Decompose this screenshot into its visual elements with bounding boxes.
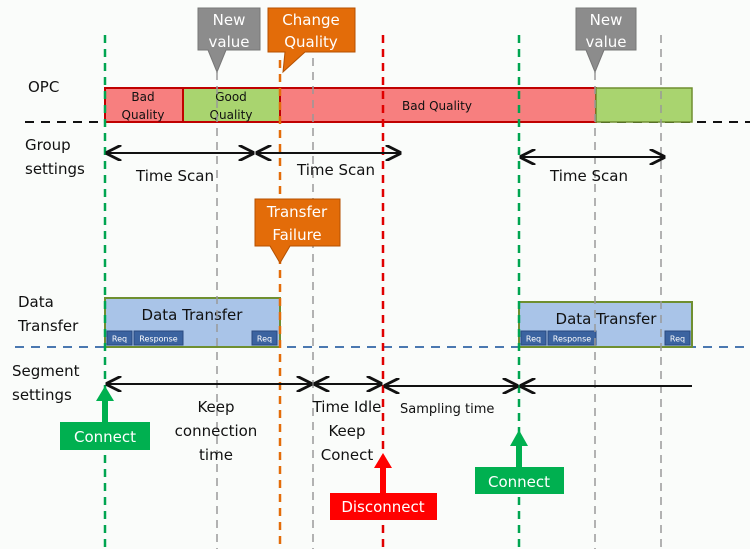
data-transfer-title: Data Transfer: [556, 310, 658, 328]
keep-connection-label: time: [199, 446, 233, 464]
connect-label: Connect: [488, 473, 550, 491]
sampling-time-label: Sampling time: [400, 402, 494, 417]
req-chip: Req: [670, 335, 685, 344]
segment-arrows: [107, 384, 692, 386]
disconnect-label: Disconnect: [341, 498, 424, 516]
callout-new-value-1: New value: [197, 7, 261, 74]
row-label-segment: Segment: [12, 362, 80, 380]
callout-transfer-failure: Transfer Failure: [254, 198, 341, 264]
time-idle-label: Time Idle: [312, 398, 382, 416]
svg-text:Failure: Failure: [272, 226, 321, 244]
keep-connection-label: Keep: [197, 398, 234, 416]
keep-connection-label: connection: [175, 422, 258, 440]
row-label-group: Group: [25, 136, 71, 154]
connect-label: Connect: [74, 428, 136, 446]
svg-text:Change: Change: [282, 11, 339, 29]
svg-text:New: New: [213, 11, 246, 29]
opc-state-label: Quality: [210, 108, 253, 122]
opc-state-label: Bad: [131, 90, 154, 104]
response-chip: Response: [139, 335, 178, 344]
row-label-data-transfer: Data: [18, 293, 54, 311]
time-idle-label: Conect: [321, 446, 374, 464]
row-label-opc: OPC: [28, 78, 59, 96]
time-scan-label: Time Scan: [135, 167, 214, 185]
response-chip: Response: [553, 335, 592, 344]
connect-event-1: Connect: [60, 386, 150, 450]
opc-state-label: Good: [215, 90, 247, 104]
opc-state-good-2: [595, 87, 693, 123]
group-arrows: [107, 153, 664, 157]
opc-bar: Bad Quality Good Quality Bad Quality: [104, 87, 693, 123]
svg-text:value: value: [586, 33, 627, 51]
opc-state-label: Bad Quality: [402, 99, 472, 113]
opc-state-label: Quality: [122, 108, 165, 122]
time-scan-label: Time Scan: [549, 167, 628, 185]
time-scan-label: Time Scan: [296, 161, 375, 179]
req-chip: Req: [112, 335, 127, 344]
svg-text:Transfer: Transfer: [266, 203, 328, 221]
time-idle-label: Keep: [328, 422, 365, 440]
connect-event-2: Connect: [475, 430, 564, 494]
row-label-group: settings: [25, 160, 85, 178]
req-chip: Req: [257, 335, 272, 344]
svg-text:New: New: [590, 11, 623, 29]
row-label-data-transfer: Transfer: [17, 317, 79, 335]
data-transfer-box-2: Data Transfer Req Response Req: [518, 301, 693, 348]
data-transfer-title: Data Transfer: [142, 306, 244, 324]
opc-timing-diagram: Bad Quality Good Quality Bad Quality Dat…: [0, 0, 750, 549]
data-transfer-box-1: Data Transfer Req Response Req: [104, 297, 281, 348]
diagram-canvas: Bad Quality Good Quality Bad Quality Dat…: [12, 7, 750, 549]
svg-text:value: value: [209, 33, 250, 51]
row-label-segment: settings: [12, 386, 72, 404]
req-chip: Req: [526, 335, 541, 344]
svg-text:Quality: Quality: [284, 33, 338, 51]
callout-new-value-2: New value: [575, 7, 637, 74]
